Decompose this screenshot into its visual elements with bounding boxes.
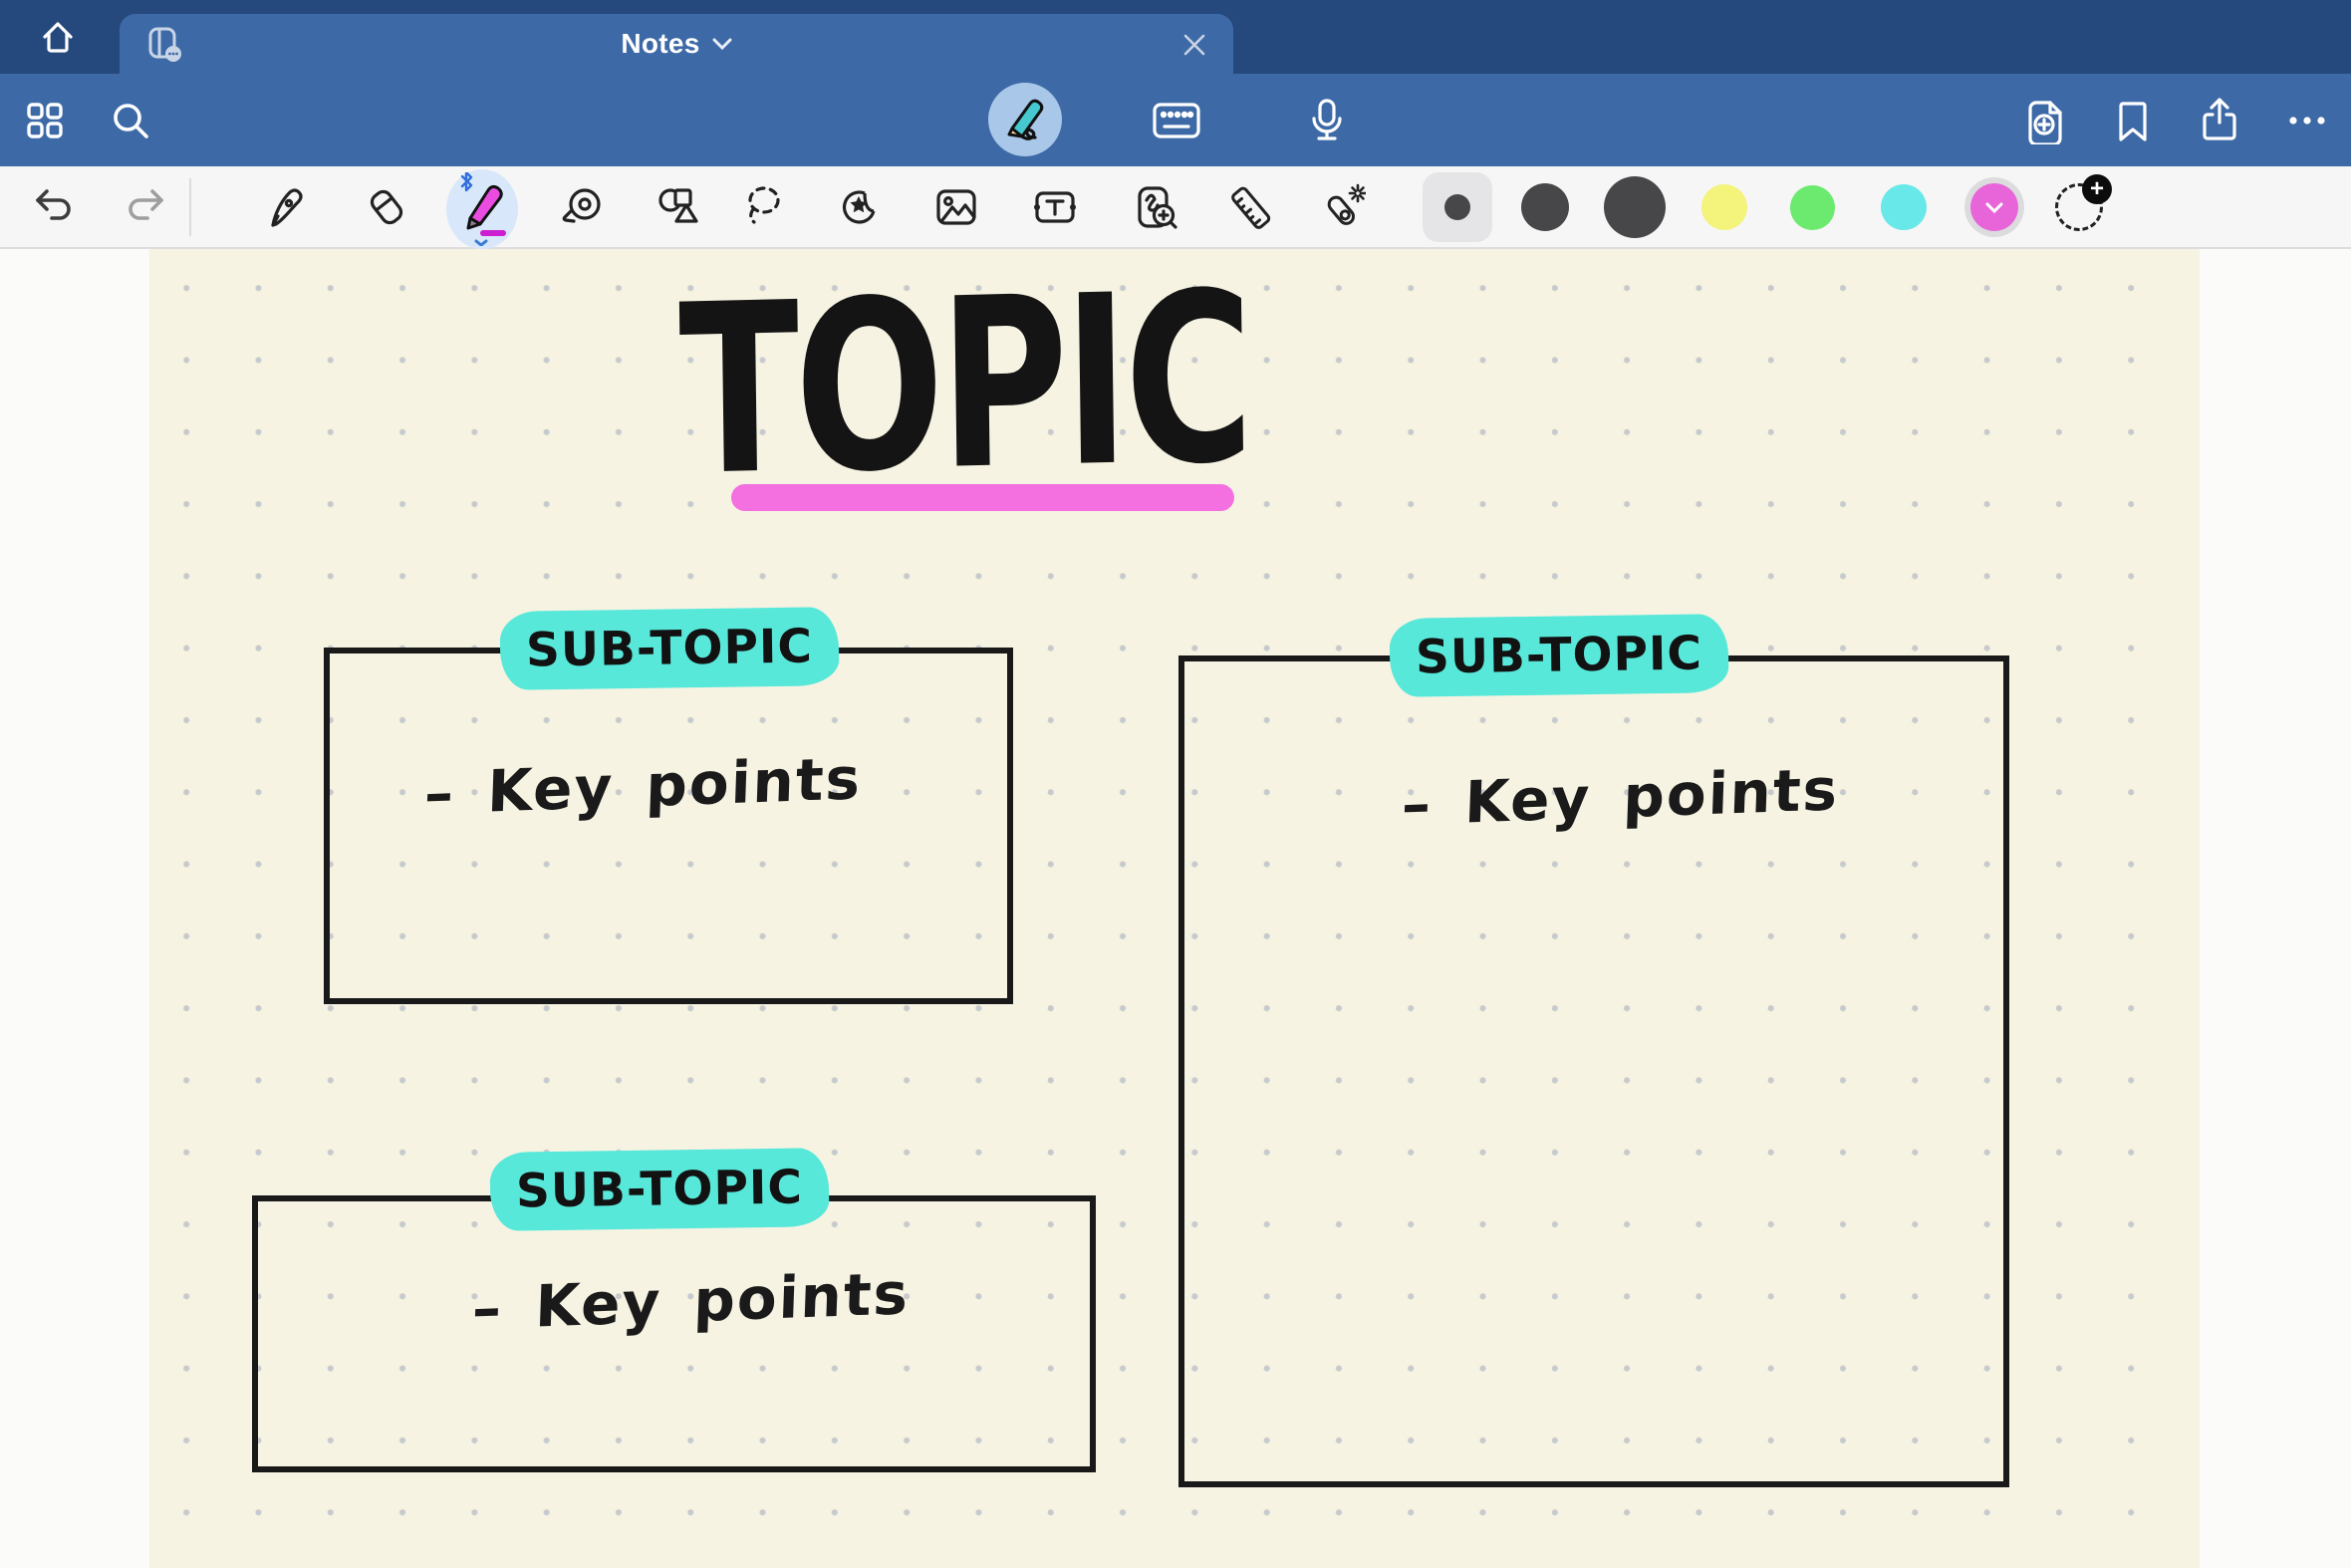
sticker-icon <box>835 183 883 231</box>
keyboard-button[interactable] <box>1145 90 1208 151</box>
stroke-size-small-selected[interactable] <box>1423 172 1492 242</box>
nav-bar <box>0 74 2351 166</box>
stroke-size-medium[interactable] <box>1521 183 1569 231</box>
highlighter-tool-button[interactable] <box>446 169 518 249</box>
laser-pointer-button[interactable] <box>1310 174 1374 240</box>
subtopic-label-3: SUB-TOPIC <box>490 1148 830 1231</box>
pen-tool-button[interactable] <box>254 174 318 240</box>
top-bar: Notes <box>0 0 2351 74</box>
tape-icon <box>559 183 607 231</box>
toolbar-divider <box>189 178 191 236</box>
image-icon <box>932 183 980 231</box>
lasso-tool-button[interactable] <box>732 174 796 240</box>
sticker-tool-button[interactable] <box>827 174 891 240</box>
new-page-button[interactable] <box>2013 90 2077 151</box>
handwriting-search-icon <box>1132 183 1179 231</box>
dictation-button[interactable] <box>1295 90 1359 151</box>
close-icon <box>1182 33 1206 57</box>
shapes-tool-button[interactable] <box>648 174 711 240</box>
ruler-icon <box>1226 183 1274 231</box>
color-swatch-yellow[interactable] <box>1701 184 1747 230</box>
ruler-tool-button[interactable] <box>1218 174 1282 240</box>
undo-icon <box>32 185 78 229</box>
home-icon <box>37 16 79 58</box>
subtopic-label-2: SUB-TOPIC <box>1390 614 1729 697</box>
chevron-down-icon <box>1985 202 2003 213</box>
search-icon <box>109 99 152 142</box>
color-swatch-magenta-selected[interactable] <box>1970 183 2018 231</box>
bookmark-icon <box>2113 98 2153 143</box>
keyboard-icon <box>1151 99 1202 142</box>
note-canvas[interactable]: TOPIC SUB-TOPIC SUB-TOPIC SUB-TOPIC – Ke… <box>149 249 2200 1568</box>
tape-tool-button[interactable] <box>551 174 615 240</box>
image-tool-button[interactable] <box>924 174 988 240</box>
plus-icon: + <box>2082 174 2112 204</box>
eraser-icon <box>363 183 410 231</box>
share-icon <box>2198 97 2241 144</box>
redo-button[interactable] <box>113 174 176 240</box>
more-button[interactable] <box>2275 90 2339 151</box>
editing-toolbar: + <box>0 166 2351 249</box>
apps-grid-icon <box>23 99 67 142</box>
close-tab-button[interactable] <box>1179 30 1209 60</box>
add-color-button[interactable]: + <box>2055 183 2103 231</box>
bookmark-button[interactable] <box>2101 90 2165 151</box>
more-icon <box>2285 99 2329 142</box>
shapes-icon <box>655 183 703 231</box>
share-button[interactable] <box>2188 90 2251 151</box>
color-swatch-cyan[interactable] <box>1881 184 1927 230</box>
home-button[interactable] <box>26 8 90 66</box>
eraser-tool-button[interactable] <box>355 174 418 240</box>
text-tool-button[interactable] <box>1023 174 1087 240</box>
redo-icon <box>122 185 167 229</box>
highlighter-icon <box>450 172 514 246</box>
microphone-icon <box>1305 97 1349 144</box>
pen-mode-icon <box>1000 95 1050 144</box>
undo-button[interactable] <box>23 174 87 240</box>
pen-tool-icon <box>262 183 310 231</box>
title-highlight-underline <box>731 484 1234 511</box>
chevron-down-icon[interactable] <box>712 38 732 50</box>
pen-mode-button[interactable] <box>988 83 1062 156</box>
new-page-icon <box>2022 97 2068 144</box>
color-swatch-green[interactable] <box>1790 185 1835 230</box>
apps-grid-button[interactable] <box>13 90 77 151</box>
stroke-size-large[interactable] <box>1604 176 1666 238</box>
tab-title: Notes <box>621 28 699 60</box>
document-tab[interactable]: Notes <box>120 14 1233 74</box>
laser-pointer-icon <box>1318 183 1366 231</box>
handwriting-search-button[interactable] <box>1124 174 1187 240</box>
search-button[interactable] <box>99 90 162 151</box>
text-tool-icon <box>1030 183 1080 231</box>
stroke-size-small-dot <box>1444 194 1470 220</box>
lasso-icon <box>740 183 788 231</box>
subtopic-label-1: SUB-TOPIC <box>500 607 840 690</box>
